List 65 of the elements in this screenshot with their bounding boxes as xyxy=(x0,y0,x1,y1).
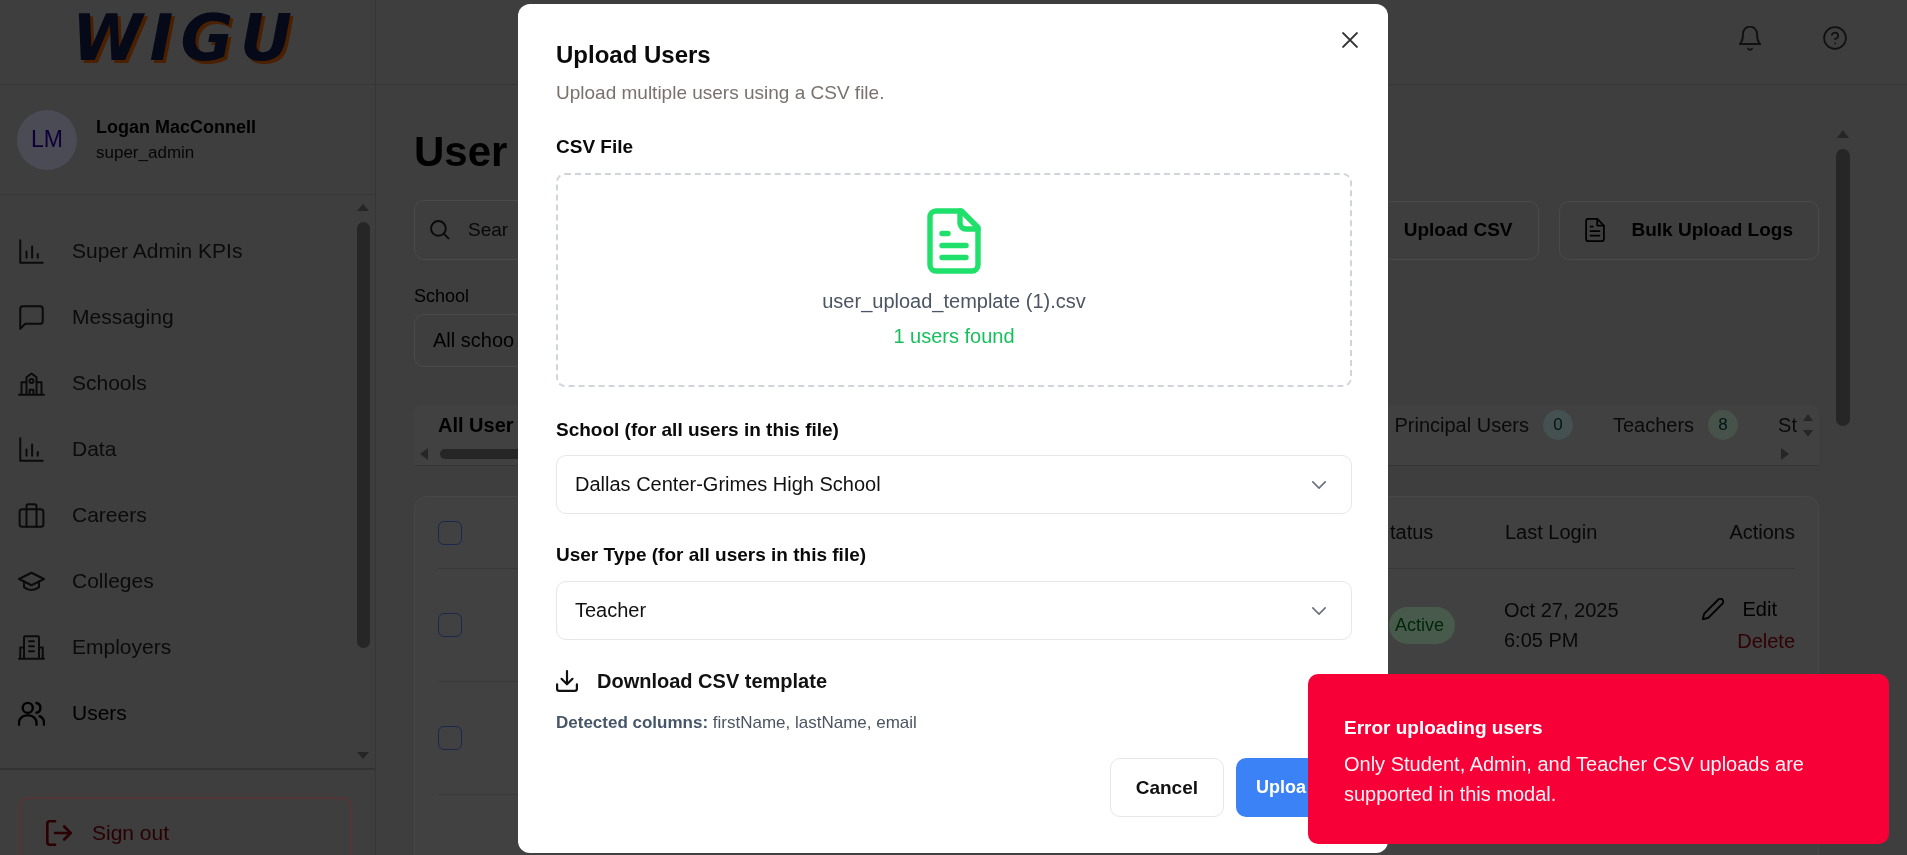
chevron-down-icon xyxy=(1312,480,1326,489)
scroll-up-arrow-icon[interactable] xyxy=(357,204,369,211)
download-icon xyxy=(556,670,578,692)
scroll-down-arrow-icon[interactable] xyxy=(357,752,369,759)
row-checkbox[interactable] xyxy=(438,726,462,750)
dialog-title: Upload Users xyxy=(556,40,711,70)
tab[interactable]: Principal Users 0 xyxy=(1394,410,1573,440)
edit-button[interactable]: Edit xyxy=(1701,593,1777,625)
school-building-icon xyxy=(18,370,45,396)
filter-label: School xyxy=(414,285,470,307)
chevron-down-icon xyxy=(1312,606,1326,615)
scroll-left-arrow-icon[interactable] xyxy=(420,448,428,460)
column-header: Actions xyxy=(1729,521,1795,544)
help-icon[interactable] xyxy=(1823,26,1847,50)
close-icon[interactable] xyxy=(1342,32,1358,48)
page-title: User xyxy=(414,127,508,177)
field-label: School (for all users in this file) xyxy=(556,418,839,442)
count-badge: 8 xyxy=(1708,410,1739,440)
scroll-up-arrow-icon[interactable] xyxy=(1837,130,1849,138)
users-icon xyxy=(18,700,45,726)
users-found-text: 1 users found xyxy=(893,324,1015,348)
user-name: Logan MacConnell xyxy=(96,116,256,139)
delete-button[interactable]: Delete xyxy=(1737,625,1795,657)
scroll-up-arrow-icon[interactable] xyxy=(1803,413,1813,421)
file-name: user_upload_template (1).csv xyxy=(822,289,1086,313)
bar-chart-icon xyxy=(18,238,45,264)
logout-icon xyxy=(46,820,72,846)
nav-item[interactable]: Users xyxy=(18,698,127,728)
file-icon xyxy=(927,208,981,274)
file-drop-zone[interactable]: user_upload_template (1).csv 1 users found xyxy=(556,173,1352,387)
building-icon xyxy=(18,634,45,660)
scrollbar-thumb[interactable] xyxy=(356,222,370,648)
bar-chart-icon xyxy=(18,436,45,462)
chat-bubble-icon xyxy=(18,304,45,330)
pencil-icon xyxy=(1701,598,1724,620)
download-template-link[interactable]: Download CSV template xyxy=(556,669,828,693)
field-label: CSV File xyxy=(556,135,634,159)
last-login-cell-text: Oct 27, 2025 6:05 PM xyxy=(1504,598,1619,653)
column-header: Last Login xyxy=(1505,521,1598,544)
tab[interactable]: Teachers 8 xyxy=(1612,410,1739,440)
scrollbar-thumb[interactable] xyxy=(1836,149,1850,426)
field-label: User Type (for all users in this file) xyxy=(556,543,867,567)
school-select[interactable]: Dallas Center-Grimes High School xyxy=(556,455,1352,514)
logo: WIGU xyxy=(72,8,299,68)
cancel-button[interactable]: Cancel xyxy=(1109,758,1224,817)
tab[interactable]: All User xyxy=(438,410,514,440)
sign-out-button[interactable]: Sign out xyxy=(18,797,352,855)
user-avatar: LM xyxy=(17,109,77,170)
scroll-down-arrow-icon[interactable] xyxy=(1803,429,1813,437)
scroll-right-arrow-icon[interactable] xyxy=(1781,448,1789,460)
bulk-upload-logs-button[interactable]: Bulk Upload Logs xyxy=(1558,200,1819,260)
search-icon xyxy=(430,220,450,240)
row-checkbox[interactable] xyxy=(438,613,462,637)
select-all-checkbox[interactable] xyxy=(438,520,462,545)
document-icon xyxy=(1584,218,1605,242)
notification-bell-icon[interactable] xyxy=(1739,25,1761,51)
dialog-subtitle: Upload multiple users using a CSV file. xyxy=(556,81,885,105)
detected-columns-text: Detected columns: firstName, lastName, email xyxy=(556,713,917,733)
count-badge: 0 xyxy=(1542,410,1573,440)
toast-title: Error uploading users xyxy=(1344,716,1544,740)
user-role: super_admin xyxy=(96,142,196,164)
briefcase-icon xyxy=(18,502,45,528)
user-type-select[interactable]: Teacher xyxy=(556,581,1352,640)
column-header: tatus xyxy=(1390,521,1434,544)
status-badge: Active xyxy=(1389,606,1456,644)
